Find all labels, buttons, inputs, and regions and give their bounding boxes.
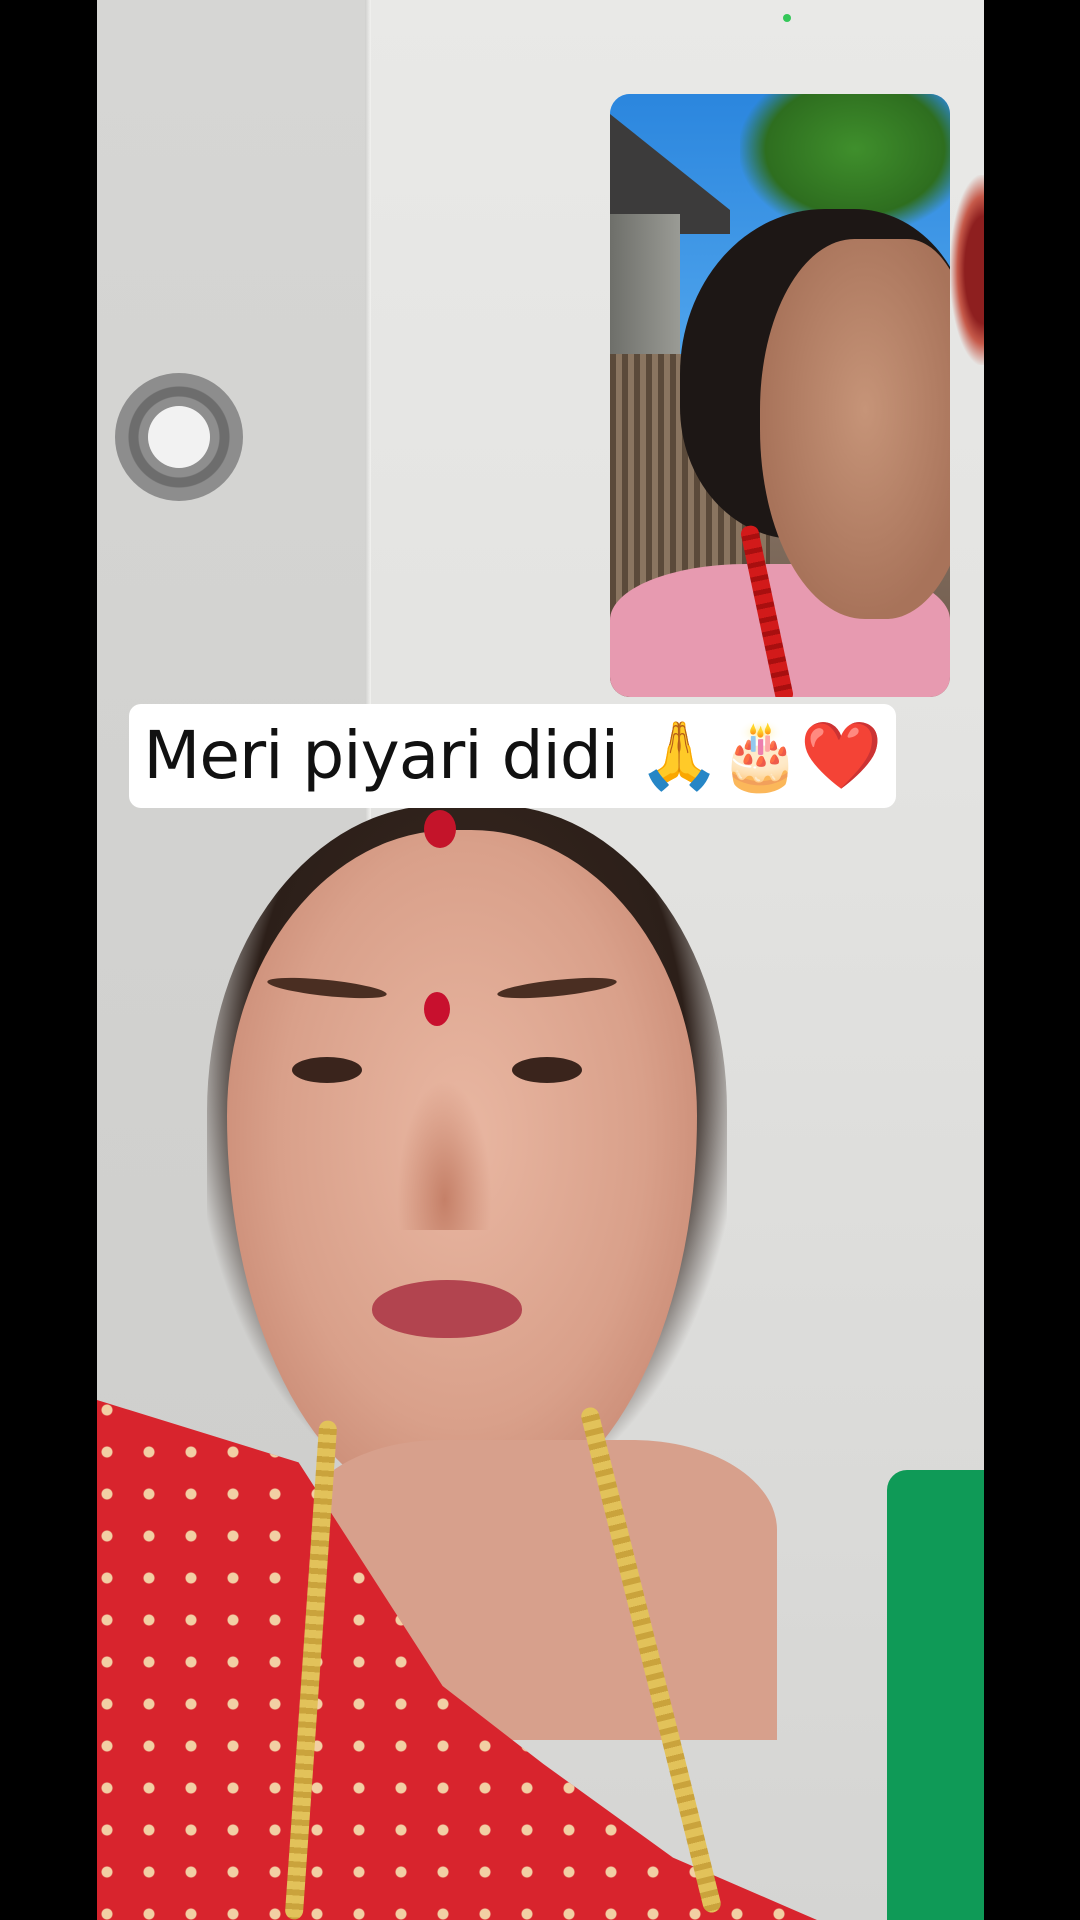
screen: Meri piyari didi 🙏🎂❤️ (0, 0, 1080, 1920)
green-status-dot-icon (783, 14, 791, 22)
caption-box: Meri piyari didi 🙏🎂❤️ (129, 704, 896, 808)
door-edge (365, 0, 371, 820)
nose (397, 1080, 492, 1230)
lips (372, 1280, 522, 1338)
pip-face (760, 239, 950, 619)
edge-partial-element (950, 175, 984, 365)
assistive-touch-center (148, 406, 210, 468)
pip-remote-video[interactable] (610, 94, 950, 697)
bindi-top (424, 810, 456, 848)
eye-left (292, 1057, 362, 1083)
caption-text: Meri piyari didi 🙏🎂❤️ (143, 717, 882, 794)
assistive-touch-icon[interactable] (115, 373, 243, 501)
eye-right (512, 1057, 582, 1083)
bindi (424, 992, 450, 1026)
green-blouse (887, 1470, 984, 1920)
